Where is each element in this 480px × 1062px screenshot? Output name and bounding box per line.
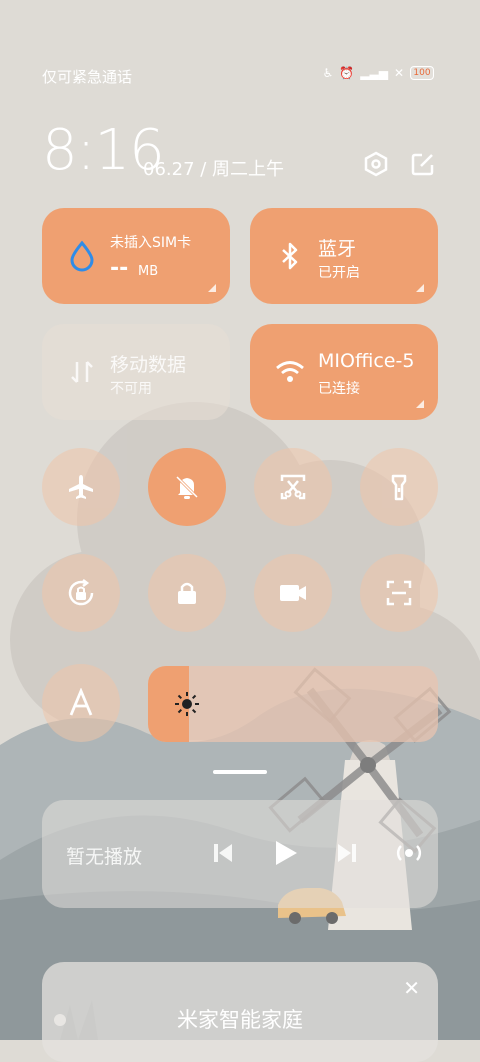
drag-handle[interactable] [213, 770, 267, 774]
font-size-icon [69, 688, 93, 716]
flashlight-icon [391, 474, 407, 501]
scan-icon [386, 580, 412, 606]
alarm-icon: ⏰ [339, 66, 355, 80]
tile-corner-indicator [416, 284, 424, 292]
screen-record-toggle[interactable] [254, 554, 332, 632]
screenshot-toggle[interactable] [254, 448, 332, 526]
data-usage-unit: MB [138, 264, 159, 279]
previous-track-icon[interactable] [210, 840, 236, 866]
carrier-status-text: 仅可紧急通话 [42, 68, 133, 86]
close-icon[interactable]: ✕ [403, 976, 420, 1000]
tile-corner-indicator [208, 284, 216, 292]
wifi-status: 已连接 [318, 381, 360, 397]
audio-output-icon[interactable] [394, 838, 424, 868]
airplane-icon [69, 475, 93, 499]
sim-status-label: 未插入SIM卡 [110, 235, 192, 251]
lock-icon [178, 582, 196, 604]
wifi-icon [276, 361, 304, 382]
airplane-mode-toggle[interactable] [42, 448, 120, 526]
wifi-tile[interactable]: MIOffice-5 已连接 [250, 324, 438, 420]
accessibility-icon: ♿ [322, 66, 334, 80]
play-icon[interactable] [270, 838, 300, 868]
font-size-toggle[interactable] [42, 664, 120, 742]
data-usage-value: -- [110, 256, 129, 281]
brightness-sun-icon [175, 692, 199, 716]
bluetooth-title: 蓝牙 [318, 238, 357, 260]
mi-home-card[interactable]: 米家智能家庭 ✕ [42, 962, 438, 1062]
no-signal-icon: ✕ [393, 66, 404, 80]
tile-corner-indicator [416, 400, 424, 408]
mobile-data-status: 不可用 [110, 381, 152, 397]
bluetooth-status: 已开启 [318, 265, 360, 281]
status-icons: ♿ ⏰ ▂▃▅ ✕ 100 [323, 66, 434, 80]
rotation-lock-icon [68, 579, 94, 606]
lock-screen-toggle[interactable] [148, 554, 226, 632]
signal-icon: ▂▃▅ [360, 66, 388, 80]
mobile-data-tile[interactable]: 移动数据 不可用 [42, 324, 230, 420]
mobile-data-usage-tile[interactable]: 未插入SIM卡 -- MB [42, 208, 230, 304]
media-title: 暂无播放 [66, 846, 143, 868]
video-record-icon [280, 585, 306, 601]
flashlight-toggle[interactable] [360, 448, 438, 526]
bluetooth-icon [282, 242, 298, 270]
settings-icon[interactable] [361, 149, 391, 179]
screenshot-icon [280, 474, 306, 500]
bluetooth-tile[interactable]: 蓝牙 已开启 [250, 208, 438, 304]
mi-home-title: 米家智能家庭 [177, 1008, 303, 1032]
mobile-data-icon [71, 361, 93, 383]
edit-icon[interactable] [408, 149, 438, 179]
water-drop-icon [70, 240, 94, 272]
bell-off-icon [175, 475, 199, 499]
scanner-toggle[interactable] [360, 554, 438, 632]
battery-level: 100 [413, 68, 431, 78]
silent-mode-toggle[interactable] [148, 448, 226, 526]
wifi-network-name: MIOffice-5 [318, 350, 415, 372]
date-text: 06.27 / 周二上午 [143, 159, 285, 180]
mobile-data-title: 移动数据 [110, 354, 187, 376]
brightness-slider[interactable] [148, 666, 438, 742]
next-track-icon[interactable] [334, 840, 360, 866]
battery-icon: 100 [410, 66, 434, 80]
rotation-lock-toggle[interactable] [42, 554, 120, 632]
media-player-card: 暂无播放 [42, 800, 438, 908]
